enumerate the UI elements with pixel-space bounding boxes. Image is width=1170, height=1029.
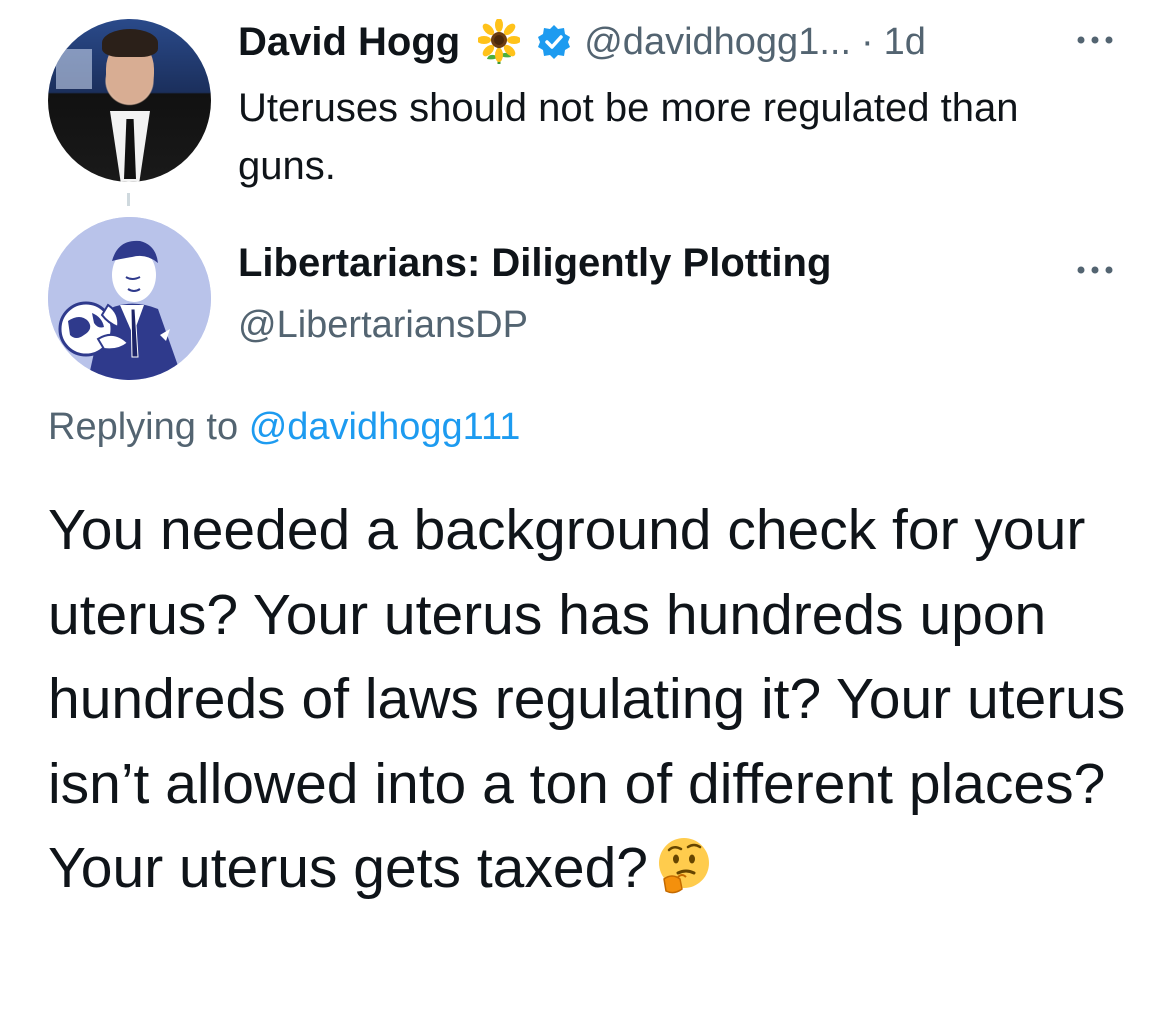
author-name[interactable]: David Hogg — [238, 20, 460, 65]
author-handle[interactable]: @davidhogg1... — [584, 21, 851, 64]
thread-connector-line — [127, 193, 130, 206]
reply-author-handle[interactable]: @LibertariansDP — [238, 304, 528, 347]
reply-author-avatar[interactable] — [48, 217, 211, 380]
original-tweet-text: Uteruses should not be more regulated th… — [238, 86, 1019, 188]
author-row: David Hogg @davidhogg1... · 1d — [238, 14, 926, 70]
replying-to-mention[interactable]: @davidhogg111 — [249, 406, 521, 448]
reply-tweet-text: You needed a background check for your u… — [48, 498, 1126, 900]
tweet-timestamp[interactable]: 1d — [884, 21, 926, 64]
sunflower-icon — [477, 18, 522, 65]
replying-to-label: Replying to — [48, 406, 239, 448]
more-options-icon[interactable] — [1075, 263, 1115, 275]
verified-badge-icon — [536, 24, 572, 60]
reply-tweet-text-block: You needed a background check for your u… — [48, 488, 1148, 911]
replying-to-line: Replying to @davidhogg111 — [48, 406, 520, 449]
thinking-face-icon — [654, 834, 714, 894]
author-avatar[interactable] — [48, 19, 211, 182]
avatar-background — [56, 49, 92, 89]
more-options-icon[interactable] — [1075, 33, 1115, 45]
separator-dot: · — [861, 20, 874, 63]
avatar-hair — [102, 29, 158, 57]
reply-author-name[interactable]: Libertarians: Diligently Plotting — [238, 241, 831, 286]
